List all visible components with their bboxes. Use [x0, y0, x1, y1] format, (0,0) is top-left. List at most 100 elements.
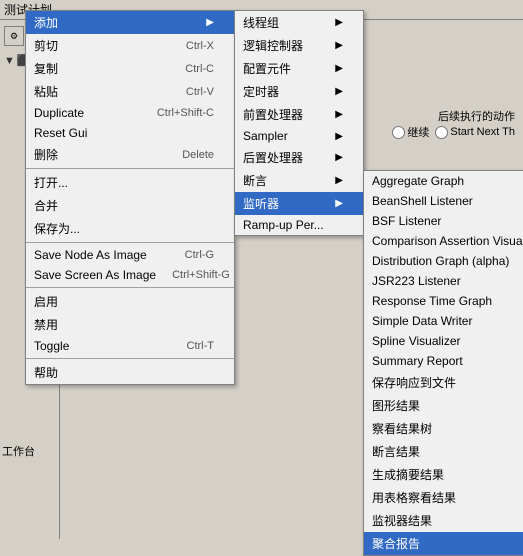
- menu-item-cut[interactable]: 剪切 Ctrl-X: [26, 34, 234, 57]
- menu-item-summary-report[interactable]: Summary Report: [364, 351, 523, 371]
- menu-item-assertion-results-label: 断言结果: [372, 443, 523, 460]
- menu-item-beanshell-listener[interactable]: BeanShell Listener: [364, 191, 523, 211]
- menu-item-view-results-tree-label: 察看结果树: [372, 420, 523, 437]
- pre-processor-arrow: ▶: [335, 109, 343, 120]
- menu-item-cut-shortcut: Ctrl-X: [186, 40, 214, 52]
- start-next-radio[interactable]: [435, 126, 448, 139]
- config-element-arrow: ▶: [335, 63, 343, 74]
- menu-item-aggregate-graph-label: Aggregate Graph: [372, 174, 523, 188]
- menu-item-copy[interactable]: 复制 Ctrl-C: [26, 57, 234, 80]
- menu-item-logic-controller[interactable]: 逻辑控制器 ▶: [235, 34, 363, 57]
- menu-item-config-element[interactable]: 配置元件 ▶: [235, 57, 363, 80]
- menu-item-graph-results-label: 图形结果: [372, 397, 523, 414]
- menu-item-enable-label: 启用: [34, 293, 214, 310]
- menu-item-save-responses-label: 保存响应到文件: [372, 374, 523, 391]
- menu-item-assertions-label: 断言: [243, 172, 331, 189]
- menu-item-ramp-up[interactable]: Ramp-up Per...: [235, 215, 363, 235]
- menu-item-timer[interactable]: 定时器 ▶: [235, 80, 363, 103]
- menu-item-disable-label: 禁用: [34, 316, 214, 333]
- menu-item-save-as[interactable]: 保存为...: [26, 217, 234, 240]
- menu-item-logic-controller-label: 逻辑控制器: [243, 37, 331, 54]
- menu-item-save-node-image[interactable]: Save Node As Image Ctrl-G: [26, 245, 234, 265]
- menu-item-help[interactable]: 帮助: [26, 361, 234, 384]
- assertions-arrow: ▶: [335, 175, 343, 186]
- continue-radio[interactable]: [392, 126, 405, 139]
- menu-item-toggle-label: Toggle: [34, 339, 171, 353]
- menu-item-merge[interactable]: 合并: [26, 194, 234, 217]
- menu-item-jsr223-listener[interactable]: JSR223 Listener: [364, 271, 523, 291]
- menu-item-add-arrow: ▶: [206, 17, 214, 28]
- menu-item-bsf-listener-label: BSF Listener: [372, 214, 523, 228]
- menu-item-reset-gui-label: Reset Gui: [34, 126, 214, 140]
- toolbar-icon-1[interactable]: ⚙: [4, 26, 24, 46]
- menu-item-pre-processor[interactable]: 前置处理器 ▶: [235, 103, 363, 126]
- menu-item-paste[interactable]: 粘贴 Ctrl-V: [26, 80, 234, 103]
- menu-item-monitor-results-label: 监视器结果: [372, 512, 523, 529]
- menu-item-save-responses[interactable]: 保存响应到文件: [364, 371, 523, 394]
- menu-item-delete[interactable]: 删除 Delete: [26, 143, 234, 166]
- menu-item-comparison-assertion[interactable]: Comparison Assertion Visualizer: [364, 231, 523, 251]
- menu-item-view-results-tree[interactable]: 察看结果树: [364, 417, 523, 440]
- menu-item-listener-label: 监听器: [243, 195, 331, 212]
- menu-item-cut-label: 剪切: [34, 37, 170, 54]
- menu-separator-3: [26, 287, 234, 288]
- menu-item-generate-summary[interactable]: 生成摘要结果: [364, 463, 523, 486]
- menu-item-toggle[interactable]: Toggle Ctrl-T: [26, 336, 234, 356]
- menu-item-post-processor[interactable]: 后置处理器 ▶: [235, 146, 363, 169]
- menu-item-response-time-graph[interactable]: Response Time Graph: [364, 291, 523, 311]
- menu-item-generate-summary-label: 生成摘要结果: [372, 466, 523, 483]
- menu-item-thread-group-label: 线程组: [243, 14, 331, 31]
- menu-item-enable[interactable]: 启用: [26, 290, 234, 313]
- context-menu-3: Aggregate Graph BeanShell Listener BSF L…: [363, 170, 523, 556]
- menu-item-spline-visualizer-label: Spline Visualizer: [372, 334, 523, 348]
- menu-item-add[interactable]: 添加 ▶: [26, 11, 234, 34]
- workbench-label: 工作台: [2, 443, 35, 459]
- menu-item-duplicate[interactable]: Duplicate Ctrl+Shift-C: [26, 103, 234, 123]
- menu-item-simple-data-writer[interactable]: Simple Data Writer: [364, 311, 523, 331]
- menu-item-aggregate-report-label: 聚合报告: [372, 535, 523, 552]
- menu-item-config-element-label: 配置元件: [243, 60, 331, 77]
- menu-item-toggle-shortcut: Ctrl-T: [187, 340, 215, 352]
- menu-item-save-screen-image-label: Save Screen As Image: [34, 268, 156, 282]
- menu-item-assertion-results[interactable]: 断言结果: [364, 440, 523, 463]
- menu-item-spline-visualizer[interactable]: Spline Visualizer: [364, 331, 523, 351]
- menu-item-monitor-results[interactable]: 监视器结果: [364, 509, 523, 532]
- menu-item-aggregate-graph[interactable]: Aggregate Graph: [364, 171, 523, 191]
- menu-item-view-table-label: 用表格察看结果: [372, 489, 523, 506]
- menu-item-reset-gui[interactable]: Reset Gui: [26, 123, 234, 143]
- continue-label: 继续: [407, 124, 429, 140]
- menu-item-graph-results[interactable]: 图形结果: [364, 394, 523, 417]
- menu-item-bsf-listener[interactable]: BSF Listener: [364, 211, 523, 231]
- menu-item-disable[interactable]: 禁用: [26, 313, 234, 336]
- menu-item-sampler[interactable]: Sampler ▶: [235, 126, 363, 146]
- menu-item-paste-shortcut: Ctrl-V: [186, 86, 214, 98]
- menu-item-save-screen-shortcut: Ctrl+Shift-G: [172, 269, 230, 281]
- menu-item-save-node-shortcut: Ctrl-G: [185, 249, 214, 261]
- menu-item-view-table[interactable]: 用表格察看结果: [364, 486, 523, 509]
- menu-item-open[interactable]: 打开...: [26, 171, 234, 194]
- menu-item-response-time-graph-label: Response Time Graph: [372, 294, 523, 308]
- menu-item-open-label: 打开...: [34, 174, 214, 191]
- menu-item-aggregate-report[interactable]: 聚合报告: [364, 532, 523, 555]
- menu-separator-4: [26, 358, 234, 359]
- menu-item-save-screen-image[interactable]: Save Screen As Image Ctrl+Shift-G: [26, 265, 234, 285]
- radio-group: 继续 Start Next Th: [392, 124, 515, 140]
- tree-expand-icon: ▼: [4, 55, 15, 67]
- logic-controller-arrow: ▶: [335, 40, 343, 51]
- menu-item-distribution-graph[interactable]: Distribution Graph (alpha): [364, 251, 523, 271]
- post-processor-arrow: ▶: [335, 152, 343, 163]
- menu-item-merge-label: 合并: [34, 197, 214, 214]
- menu-item-thread-group[interactable]: 线程组 ▶: [235, 11, 363, 34]
- continue-radio-label[interactable]: 继续: [392, 124, 429, 140]
- menu-item-listener[interactable]: 监听器 ▶: [235, 192, 363, 215]
- start-next-radio-label[interactable]: Start Next Th: [435, 126, 515, 139]
- menu-item-post-processor-label: 后置处理器: [243, 149, 331, 166]
- menu-item-assertions[interactable]: 断言 ▶: [235, 169, 363, 192]
- menu-item-distribution-graph-label: Distribution Graph (alpha): [372, 254, 523, 268]
- menu-item-duplicate-shortcut: Ctrl+Shift-C: [157, 107, 214, 119]
- timer-arrow: ▶: [335, 86, 343, 97]
- start-next-label: Start Next Th: [450, 126, 515, 138]
- menu-item-simple-data-writer-label: Simple Data Writer: [372, 314, 523, 328]
- menu-item-pre-processor-label: 前置处理器: [243, 106, 331, 123]
- after-action-label: 后续执行的动作: [438, 108, 515, 124]
